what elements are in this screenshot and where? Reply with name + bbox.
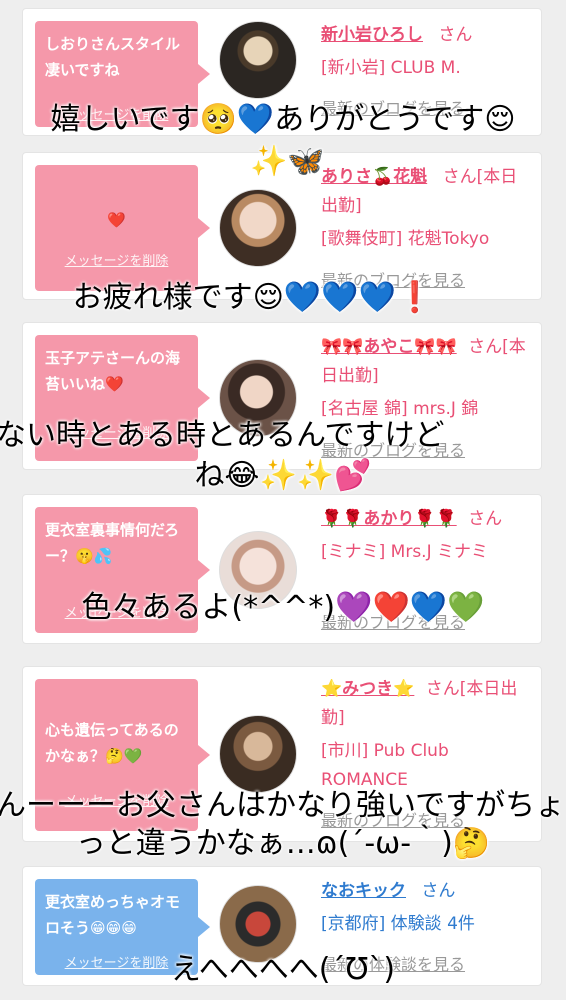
honorific: さん bbox=[421, 881, 456, 901]
honorific: さん bbox=[468, 509, 503, 529]
avatar[interactable] bbox=[219, 189, 297, 267]
shop-label: [京都府] 体験談 4件 bbox=[321, 914, 475, 934]
user-info: 新小岩ひろし さん [新小岩] CLUB M. bbox=[321, 21, 529, 83]
message-text: 更衣室裏事情何だろー？🤫💦 bbox=[45, 521, 180, 565]
caption-overlay: えへへへへ(´Ʊ`) bbox=[170, 952, 396, 987]
caption-overlay: 色々あるよ(*^^*)💜❤️💙💚 bbox=[81, 590, 485, 625]
message-text: 玉子アテさーんの海苔いいね❤️ bbox=[45, 349, 181, 393]
caption-overlay: お疲れ様です😌💙💙💙❗ bbox=[72, 280, 434, 315]
username-link[interactable]: ⭐みつき⭐ bbox=[321, 679, 414, 699]
user-info: ⭐みつき⭐ さん[本日出勤] [市川] Pub Club ROMANCE bbox=[321, 675, 529, 795]
user-info: 🌹🌹あかり🌹🌹 さん [ミナミ] Mrs.J ミナミ bbox=[321, 505, 529, 567]
caption-overlay-2: っと違うかなぁ…ɷ(´-ω-｀)🤔 bbox=[75, 826, 491, 861]
message-text: 心も遺伝ってあるのかなぁ？🤔💚 bbox=[45, 721, 179, 765]
username-link[interactable]: 🎀🎀あやこ🎀🎀 bbox=[321, 337, 457, 357]
username-link[interactable]: 新小岩ひろし bbox=[321, 25, 423, 45]
message-bubble: ❤️ メッセージを削除 bbox=[35, 165, 210, 291]
caption-overlay-2: ね😂✨✨💕 bbox=[194, 458, 372, 493]
message-text: しおりさんスタイル凄いですね bbox=[45, 35, 181, 79]
delete-message-link[interactable]: メッセージを削除 bbox=[35, 249, 198, 275]
user-info: 🎀🎀あやこ🎀🎀 さん[本日出勤] [名古屋 錦] mrs.J 錦 bbox=[321, 333, 529, 424]
message-text: ❤️ bbox=[107, 211, 126, 229]
caption-overlay-top: ✨🦋 bbox=[250, 144, 325, 179]
shop-label: [新小岩] CLUB M. bbox=[321, 58, 461, 78]
honorific: さん bbox=[438, 25, 473, 45]
caption-overlay: ない時とある時とあるんですけど bbox=[0, 418, 445, 453]
username-link[interactable]: 🌹🌹あかり🌹🌹 bbox=[321, 509, 457, 529]
shop-label: [歌舞伎町] 花魁Tokyo bbox=[321, 229, 490, 249]
avatar[interactable] bbox=[219, 715, 297, 793]
user-info: なおキック さん [京都府] 体験談 4件 bbox=[321, 877, 529, 939]
message-text: 更衣室めっちゃオモロそう😁😁😁 bbox=[45, 893, 181, 937]
caption-overlay: 嬉しいです🥺💙ありがとうです😌 bbox=[50, 102, 516, 137]
caption-overlay: んーーーお父さんはかなり強いですがちょ bbox=[0, 788, 566, 823]
shop-label: [ミナミ] Mrs.J ミナミ bbox=[321, 542, 489, 562]
username-link[interactable]: ありさ🍒花魁 bbox=[321, 167, 427, 187]
user-info: ありさ🍒花魁 さん[本日出勤] [歌舞伎町] 花魁Tokyo bbox=[321, 163, 529, 254]
username-link[interactable]: なおキック bbox=[321, 881, 406, 901]
avatar[interactable] bbox=[219, 21, 297, 99]
